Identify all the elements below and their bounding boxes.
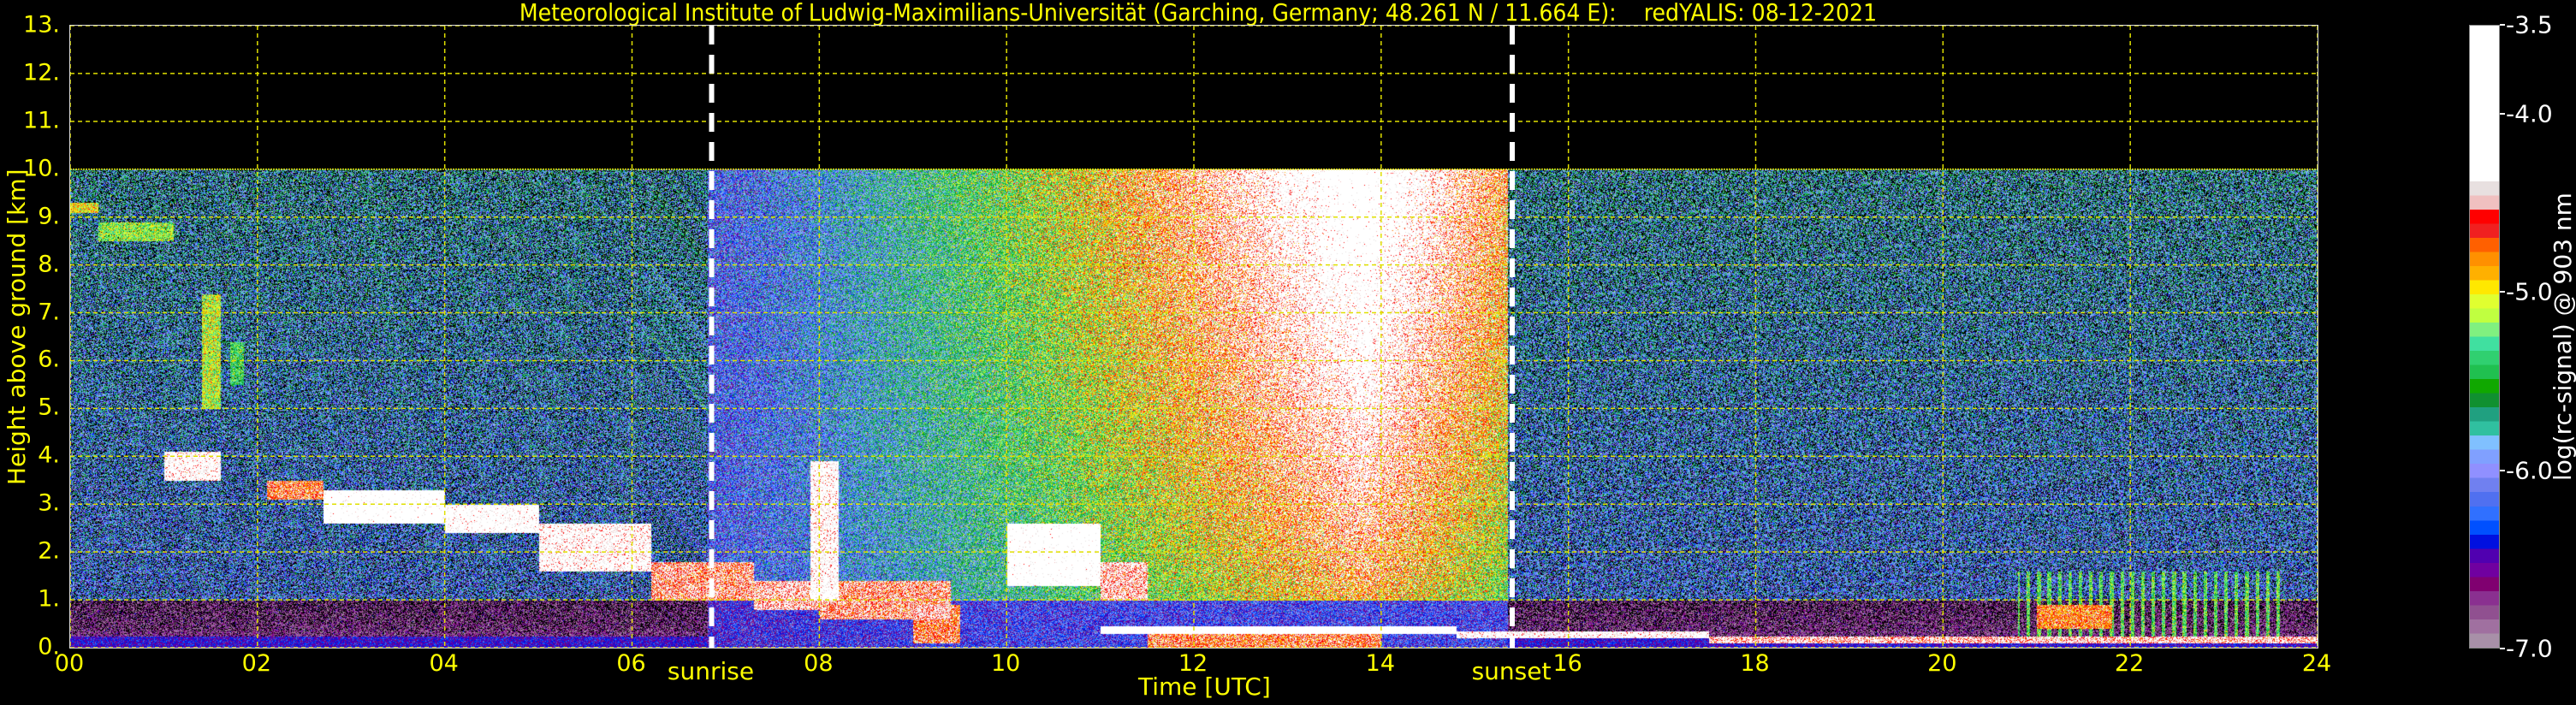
y-tick-label: 4. [38, 441, 60, 469]
y-tick-label: 9. [38, 203, 60, 230]
y-tick-label: 7. [38, 299, 60, 326]
x-tick-label: 00 [54, 650, 85, 677]
colorbar-tick-label: -4.0 [2506, 99, 2553, 128]
x-tick-label: 22 [2114, 650, 2145, 677]
y-tick-label: 10. [23, 155, 60, 182]
y-tick-label: 2. [38, 537, 60, 565]
y-tick-label: 12. [23, 59, 60, 86]
y-tick-label: 6. [38, 346, 60, 373]
colorbar-tick-mark [2500, 469, 2505, 471]
sunrise-label: sunrise [667, 657, 755, 685]
x-tick-label: 10 [990, 650, 1021, 677]
sunset-label: sunset [1471, 657, 1552, 685]
colorbar-tick-mark [2500, 291, 2505, 293]
x-tick-label: 24 [2301, 650, 2332, 677]
y-tick-label: 1. [38, 585, 60, 613]
colorbar-tick-label: -6.0 [2506, 456, 2553, 485]
colorbar-tick-mark [2500, 648, 2505, 649]
x-tick-label: 16 [1552, 650, 1582, 677]
x-tick-label: 18 [1740, 650, 1770, 677]
x-tick-label: 12 [1178, 650, 1208, 677]
x-tick-label: 14 [1365, 650, 1396, 677]
y-tick-label: 13. [23, 11, 60, 39]
colorbar [2469, 25, 2500, 649]
colorbar-tick-mark [2500, 24, 2505, 26]
colorbar-label: log(rc-signal) @ 903 nm [2549, 193, 2576, 481]
x-tick-label: 20 [1927, 650, 1957, 677]
colorbar-tick-mark [2500, 113, 2505, 116]
y-tick-label: 8. [38, 251, 60, 278]
x-tick-label: 02 [241, 650, 272, 677]
x-tick-label: 08 [804, 650, 834, 677]
chart-title: Meteorological Institute of Ludwig-Maxim… [519, 0, 1878, 27]
colorbar-tick-label: -5.0 [2506, 277, 2553, 306]
colorbar-tick-label: -7.0 [2506, 634, 2553, 663]
y-tick-label: 3. [38, 489, 60, 517]
plot-area [69, 25, 2318, 649]
x-tick-label: 04 [429, 650, 459, 677]
y-tick-label: 5. [38, 394, 60, 421]
grid-overlay [70, 26, 2318, 648]
y-axis-label: Height above ground [km] [3, 169, 31, 485]
colorbar-tick-label: -3.5 [2506, 10, 2553, 39]
x-tick-label: 06 [616, 650, 646, 677]
y-tick-label: 11. [23, 107, 60, 134]
